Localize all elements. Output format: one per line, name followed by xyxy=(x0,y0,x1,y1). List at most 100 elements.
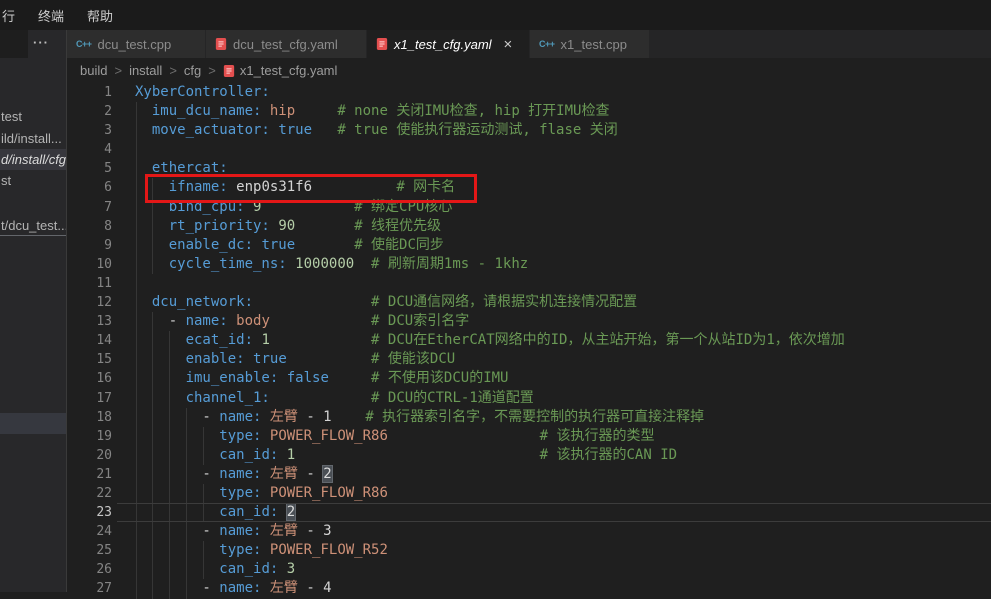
tab-x1_test.cpp[interactable]: C++x1_test.cpp xyxy=(530,30,650,58)
code-token: 3 xyxy=(287,561,295,577)
code-line-25[interactable]: 25 type: POWER_FLOW_R52 xyxy=(67,541,991,560)
code-line-17[interactable]: 17 channel_1: # DCU的CTRL-1通道配置 xyxy=(67,389,991,408)
code-line-3[interactable]: 3 move_actuator: true # true 使能执行器运动测试, … xyxy=(67,121,991,140)
line-number: 5 xyxy=(67,159,112,178)
code-token xyxy=(135,447,219,463)
code-token: ecat_id: xyxy=(186,332,253,348)
code-line-1[interactable]: 1XyberController: xyxy=(67,83,991,102)
code-token: # 刷新周期1ms - 1khz xyxy=(371,256,528,272)
code-token: # 绑定CPU核心 xyxy=(354,199,452,215)
sidebar-item-2[interactable]: d/install/cfg xyxy=(0,149,66,170)
code-token xyxy=(270,332,371,348)
code-token xyxy=(388,428,540,444)
code-line-9[interactable]: 9 enable_dc: true # 使能DC同步 xyxy=(67,236,991,255)
code-token: name: xyxy=(186,313,228,329)
line-number: 17 xyxy=(67,389,112,408)
code-line-6[interactable]: 6 ifname: enp0s31f6 # 网卡名 xyxy=(67,178,991,197)
code-line-27[interactable]: 27 - name: 左臂 - 4 xyxy=(67,579,991,598)
sidebar-highlight-bar xyxy=(0,413,66,434)
line-number: 1 xyxy=(67,83,112,102)
sidebar-item-4[interactable]: t/dcu_test... xyxy=(0,215,66,236)
code-line-4[interactable]: 4 xyxy=(67,140,991,159)
code-token: # true 使能执行器运动测试, flase 关闭 xyxy=(337,122,617,138)
code-token: bind_cpu: xyxy=(169,199,245,215)
code-token: # none 关闭IMU检查, hip 打开IMU检查 xyxy=(337,103,609,119)
code-token xyxy=(295,218,354,234)
code-line-10[interactable]: 10 cycle_time_ns: 1000000 # 刷新周期1ms - 1k… xyxy=(67,255,991,274)
line-number: 10 xyxy=(67,255,112,274)
code-line-18[interactable]: 18 - name: 左臂 - 1 # 执行器索引名字，不需要控制的执行器可直接… xyxy=(67,408,991,427)
code-token xyxy=(295,447,539,463)
tab-x1_test_cfg.yaml[interactable]: x1_test_cfg.yaml× xyxy=(367,30,530,58)
code-line-22[interactable]: 22 type: POWER_FLOW_R86 xyxy=(67,484,991,503)
code-line-20[interactable]: 20 can_id: 1 # 该执行器的CAN ID xyxy=(67,446,991,465)
code-line-14[interactable]: 14 ecat_id: 1 # DCU在EtherCAT网络中的ID，从主站开始… xyxy=(67,331,991,350)
code-token: POWER_FLOW_R86 xyxy=(270,485,388,501)
code-token: enable_dc: xyxy=(169,237,253,253)
chevron-right-icon: > xyxy=(114,63,122,78)
line-content: rt_priority: 90 # 线程优先级 xyxy=(112,217,441,236)
line-number: 7 xyxy=(67,198,112,217)
code-token: # 该执行器的CAN ID xyxy=(540,447,677,463)
code-token: can_id: xyxy=(219,447,278,463)
code-line-13[interactable]: 13 - name: body # DCU索引名字 xyxy=(67,312,991,331)
breadcrumb-segment[interactable]: install xyxy=(129,63,162,78)
code-line-12[interactable]: 12 dcu_network: # DCU通信网络，请根据实机连接情况配置 xyxy=(67,293,991,312)
line-number: 15 xyxy=(67,350,112,369)
code-token xyxy=(135,237,169,253)
breadcrumb-file[interactable]: x1_test_cfg.yaml xyxy=(223,63,338,78)
close-icon[interactable]: × xyxy=(504,36,513,53)
code-editor[interactable]: 1XyberController:2 imu_dcu_name: hip # n… xyxy=(67,83,991,599)
breadcrumb-segment[interactable]: build xyxy=(80,63,107,78)
code-line-19[interactable]: 19 type: POWER_FLOW_R86 # 该执行器的类型 xyxy=(67,427,991,446)
code-token xyxy=(261,428,269,444)
sidebar-item-1[interactable]: ild/install... xyxy=(0,128,66,149)
code-line-5[interactable]: 5 ethercat: xyxy=(67,159,991,178)
code-line-16[interactable]: 16 imu_enable: false # 不使用该DCU的IMU xyxy=(67,369,991,388)
code-token: true xyxy=(278,122,312,138)
sidebar-item-3[interactable]: st xyxy=(0,170,66,191)
code-line-26[interactable]: 26 can_id: 3 xyxy=(67,560,991,579)
code-token xyxy=(278,447,286,463)
menu-item-1[interactable]: 终端 xyxy=(36,6,75,25)
code-line-15[interactable]: 15 enable: true # 使能该DCU xyxy=(67,350,991,369)
menu-item-0[interactable]: 行 xyxy=(0,6,26,25)
code-token: can_id: xyxy=(219,561,278,577)
code-token xyxy=(253,294,371,310)
ellipsis-icon[interactable]: ··· xyxy=(33,35,49,50)
code-token: enable: xyxy=(186,351,245,367)
code-token xyxy=(261,409,269,425)
tab-dcu_test_cfg.yaml[interactable]: dcu_test_cfg.yaml xyxy=(206,30,367,58)
code-token xyxy=(312,179,396,195)
breadcrumb-segment[interactable]: cfg xyxy=(184,63,201,78)
tab-dcu_test.cpp[interactable]: C++dcu_test.cpp xyxy=(67,30,206,58)
breadcrumb[interactable]: build>install>cfg>x1_test_cfg.yaml xyxy=(67,58,991,83)
code-line-11[interactable]: 11 xyxy=(67,274,991,293)
code-line-8[interactable]: 8 rt_priority: 90 # 线程优先级 xyxy=(67,217,991,236)
indent-guide xyxy=(136,274,137,293)
code-token: # 执行器索引名字，不需要控制的执行器可直接注释掉 xyxy=(365,409,704,425)
code-line-23[interactable]: 23 can_id: 2 xyxy=(67,503,991,522)
code-line-2[interactable]: 2 imu_dcu_name: hip # none 关闭IMU检查, hip … xyxy=(67,102,991,121)
code-line-24[interactable]: 24 - name: 左臂 - 3 xyxy=(67,522,991,541)
code-token xyxy=(135,160,152,176)
code-line-21[interactable]: 21 - name: 左臂 - 2 xyxy=(67,465,991,484)
menu-item-2[interactable]: 帮助 xyxy=(85,6,124,25)
code-token xyxy=(278,370,286,386)
code-token: # 不使用该DCU的IMU xyxy=(371,370,508,386)
line-number: 25 xyxy=(67,541,112,560)
line-content: enable: true # 使能该DCU xyxy=(112,350,455,369)
code-token: - 1 xyxy=(298,409,332,425)
code-token: 90 xyxy=(278,218,295,234)
code-token: name: xyxy=(219,466,261,482)
sidebar-item-0[interactable]: test xyxy=(0,106,66,127)
code-token: 2 xyxy=(287,504,295,520)
code-token xyxy=(261,103,269,119)
code-line-7[interactable]: 7 bind_cpu: 9 # 绑定CPU核心 xyxy=(67,198,991,217)
indent-guide xyxy=(136,140,137,159)
code-token: POWER_FLOW_R52 xyxy=(270,542,388,558)
code-token: name: xyxy=(219,523,261,539)
line-content: imu_dcu_name: hip # none 关闭IMU检查, hip 打开… xyxy=(112,102,609,121)
tab-label: dcu_test.cpp xyxy=(98,37,172,52)
code-token: rt_priority: xyxy=(169,218,270,234)
